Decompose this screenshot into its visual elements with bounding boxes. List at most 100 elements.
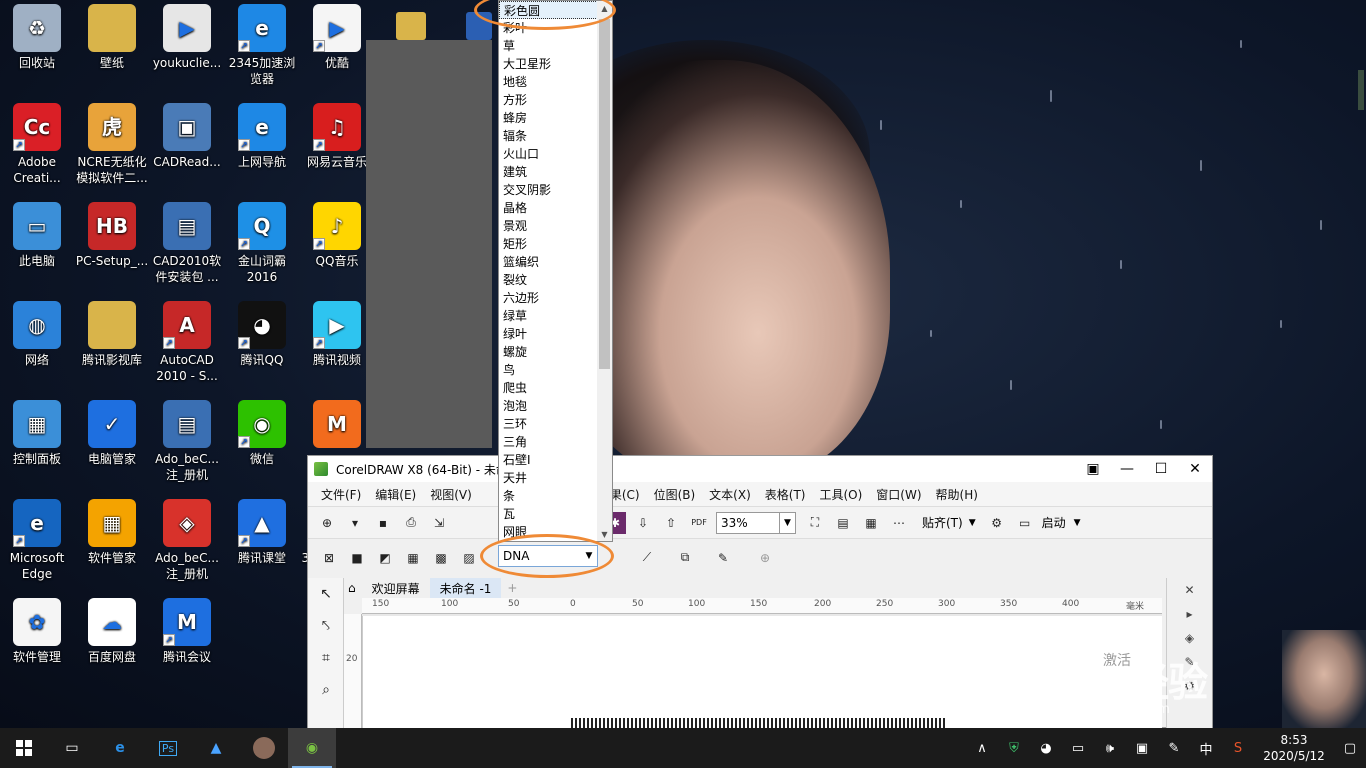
pattern-option[interactable]: 绿叶	[499, 325, 612, 343]
desktop-shortcut[interactable]: ▲ ↗ 腾讯课堂	[225, 499, 299, 566]
pattern-option[interactable]: 条	[499, 487, 612, 505]
chevron-down-icon[interactable]: ▼	[1074, 518, 1081, 528]
pattern-option[interactable]: 大卫星形	[499, 55, 612, 73]
pattern-option[interactable]: 建筑	[499, 163, 612, 181]
pdf-icon[interactable]: PDF	[688, 512, 710, 534]
desktop-shortcut[interactable]: ▤ CAD2010软件安装包 ...	[150, 202, 224, 285]
pattern-option[interactable]: 辐条	[499, 127, 612, 145]
desktop-shortcut[interactable]: ▶ ↗ 优酷	[300, 4, 374, 71]
pattern-option[interactable]: 晶格	[499, 199, 612, 217]
desktop-shortcut[interactable]: ♫ ↗ 网易云音乐	[300, 103, 374, 170]
desktop-shortcut[interactable]: HB PC-Setup_...	[75, 202, 149, 269]
fill-docker-icon[interactable]: ◈	[1167, 626, 1212, 650]
notification-center-icon[interactable]: ▢	[1334, 728, 1366, 768]
tab-welcome[interactable]: 欢迎屏幕	[362, 578, 430, 598]
pattern-option[interactable]: 篮编织	[499, 253, 612, 271]
desktop-shortcut[interactable]: ◕ ↗ 腾讯QQ	[225, 301, 299, 368]
show-hidden-icons-icon[interactable]: ∧	[966, 728, 998, 768]
desktop-shortcut[interactable]: ♪ ↗ QQ音乐	[300, 202, 374, 269]
crop-tool-icon[interactable]: ⌗	[308, 642, 344, 674]
chevron-down-icon[interactable]: ▼	[779, 512, 795, 533]
taskbar-tencent-classroom-icon[interactable]: ▲	[192, 728, 240, 768]
pattern-option[interactable]: 裂纹	[499, 271, 612, 289]
menu-view[interactable]: 视图(V)	[423, 486, 479, 503]
import-icon[interactable]: ⇲	[428, 512, 450, 534]
export-arrow-icon[interactable]: ⇧	[660, 512, 682, 534]
menu-table[interactable]: 表格(T)	[758, 486, 813, 503]
desktop-shortcut[interactable]: 虎 NCRE无纸化模拟软件二...	[75, 103, 149, 186]
pattern-option[interactable]: 石壁I	[499, 451, 612, 469]
taskbar-ie-icon[interactable]: e	[96, 728, 144, 768]
pattern-option[interactable]: 草	[499, 37, 612, 55]
desktop-shortcut[interactable]: ◈ Ado_beC... 注_册机	[150, 499, 224, 582]
scroll-down-icon[interactable]: ▼	[597, 527, 612, 541]
sogou-ime-icon[interactable]: S	[1222, 728, 1254, 768]
transform-with-object-icon[interactable]: ⟋	[636, 547, 658, 569]
account-icon[interactable]: ▣	[1076, 456, 1110, 482]
pattern-option[interactable]: 三环	[499, 415, 612, 433]
menu-tools[interactable]: 工具(O)	[812, 486, 869, 503]
vector-pattern-icon[interactable]: ▦	[402, 547, 424, 569]
import-arrow-icon[interactable]: ⇩	[632, 512, 654, 534]
security-shield-icon[interactable]: ⛨	[998, 728, 1030, 768]
desktop-shortcut[interactable]: Q ↗ 金山词霸2016	[225, 202, 299, 285]
pattern-option[interactable]: 三角	[499, 433, 612, 451]
snap-to-button[interactable]: 贴齐(T)	[922, 514, 963, 531]
chevron-down-icon[interactable]: ▼	[969, 518, 976, 528]
launch-icon[interactable]: ▭	[1014, 512, 1036, 534]
pattern-option[interactable]: 螺旋	[499, 343, 612, 361]
two-color-pattern-icon[interactable]: ▨	[458, 547, 480, 569]
pen-tray-icon[interactable]: ✎	[1158, 728, 1190, 768]
title-bar[interactable]: CorelDRAW X8 (64-Bit) - 未命名 ▣ — ☐ ✕	[308, 456, 1212, 482]
ime-indicator[interactable]: 中	[1190, 728, 1222, 768]
close-button[interactable]: ✕	[1178, 456, 1212, 482]
desktop-shortcut[interactable]: ☁ 百度网盘	[75, 598, 149, 665]
print-icon[interactable]: ⎙	[400, 512, 422, 534]
zoom-tool-icon[interactable]: ⌕	[308, 674, 344, 706]
pattern-option[interactable]: 天井	[499, 469, 612, 487]
full-screen-icon[interactable]: ⛶	[804, 512, 826, 534]
clock[interactable]: 8:53 2020/5/12	[1254, 732, 1334, 764]
vertical-ruler[interactable]: 20	[344, 614, 362, 729]
grid-icon[interactable]: ▦	[860, 512, 882, 534]
pattern-option[interactable]: 绿草	[499, 307, 612, 325]
desktop-shortcut[interactable]: ✓ 电脑管家	[75, 400, 149, 467]
folder-icon[interactable]	[396, 12, 426, 40]
network-tray-icon[interactable]: ▣	[1126, 728, 1158, 768]
zoom-level-select[interactable]: 33% ▼	[716, 511, 796, 534]
pattern-option[interactable]: 爬虫	[499, 379, 612, 397]
pattern-option[interactable]: 交叉阴影	[499, 181, 612, 199]
no-fill-icon[interactable]: ⊠	[318, 547, 340, 569]
close-docker-icon[interactable]: ✕	[1167, 578, 1212, 602]
start-button[interactable]	[0, 728, 48, 768]
minimize-button[interactable]: —	[1110, 456, 1144, 482]
desktop-shortcut[interactable]: ▭ 此电脑	[0, 202, 74, 269]
volume-icon[interactable]: 🕪	[1094, 728, 1126, 768]
desktop-shortcut[interactable]: e ↗ 2345加速浏览器	[225, 4, 299, 87]
horizontal-ruler[interactable]: 150 100 50 0 50 100 150 200 250 300 350 …	[362, 598, 1162, 614]
desktop-shortcut[interactable]: ▤ Ado_beC... 注_册机	[150, 400, 224, 483]
pattern-option[interactable]: 蜂房	[499, 109, 612, 127]
desktop-shortcut[interactable]: ▶ youkuclie...	[150, 4, 224, 71]
menu-window[interactable]: 窗口(W)	[869, 486, 928, 503]
taskbar-photo-app-icon[interactable]	[240, 728, 288, 768]
desktop-shortcut[interactable]: ♻ 回收站	[0, 4, 74, 71]
menu-file[interactable]: 文件(F)	[314, 486, 368, 503]
bitmap-pattern-icon[interactable]: ▩	[430, 547, 452, 569]
pattern-option[interactable]: 六边形	[499, 289, 612, 307]
new-document-icon[interactable]: ⊕	[316, 512, 338, 534]
desktop-shortcut[interactable]: ▶ ↗ 腾讯视频	[300, 301, 374, 368]
desktop-shortcut[interactable]: ▦ 控制面板	[0, 400, 74, 467]
menu-help[interactable]: 帮助(H)	[929, 486, 985, 503]
desktop-shortcut[interactable]: ◍ 网络	[0, 301, 74, 368]
maximize-button[interactable]: ☐	[1144, 456, 1178, 482]
menu-bitmaps[interactable]: 位图(B)	[647, 486, 703, 503]
open-folder-icon[interactable]: ▾	[344, 512, 366, 534]
desktop-shortcut[interactable]: 壁纸	[75, 4, 149, 71]
shape-tool-icon[interactable]: ⤣	[308, 610, 344, 642]
desktop-shortcut[interactable]: M	[300, 400, 374, 451]
scrollbar-thumb[interactable]	[599, 19, 610, 369]
options-gear-icon[interactable]: ⚙	[986, 512, 1008, 534]
menu-text[interactable]: 文本(X)	[702, 486, 758, 503]
desktop-shortcut[interactable]: ▦ 软件管家	[75, 499, 149, 566]
